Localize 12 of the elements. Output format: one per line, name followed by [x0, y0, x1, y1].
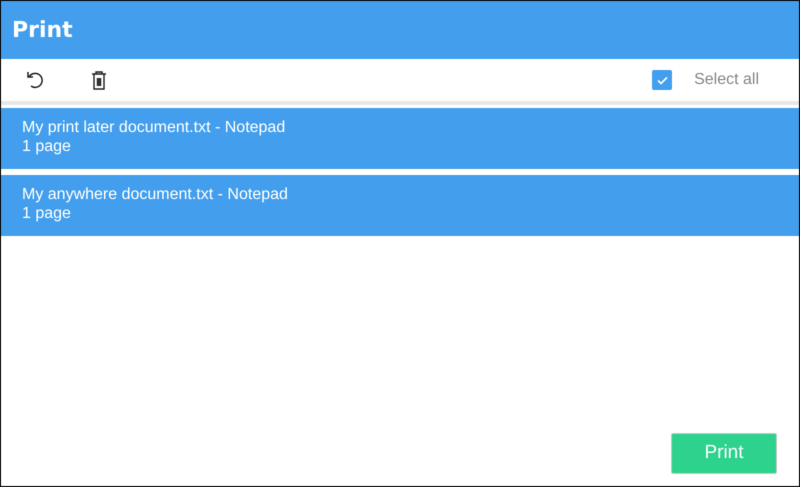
select-all-label: Select all — [694, 70, 759, 90]
trash-icon — [90, 70, 108, 90]
document-name: My print later document.txt - Notepad — [22, 118, 286, 137]
print-job-item[interactable]: My print later document.txt - Notepad 1 page — [1, 108, 799, 169]
document-name: My anywhere document.txt - Notepad — [22, 185, 288, 204]
select-all-checkbox[interactable] — [652, 70, 672, 90]
check-icon — [656, 76, 668, 84]
page-count: 1 page — [22, 204, 71, 223]
print-job-item[interactable]: My anywhere document.txt - Notepad 1 page — [1, 175, 799, 236]
print-button[interactable]: Print — [671, 433, 777, 474]
page-count: 1 page — [22, 137, 71, 156]
window-title: Print — [12, 16, 73, 44]
